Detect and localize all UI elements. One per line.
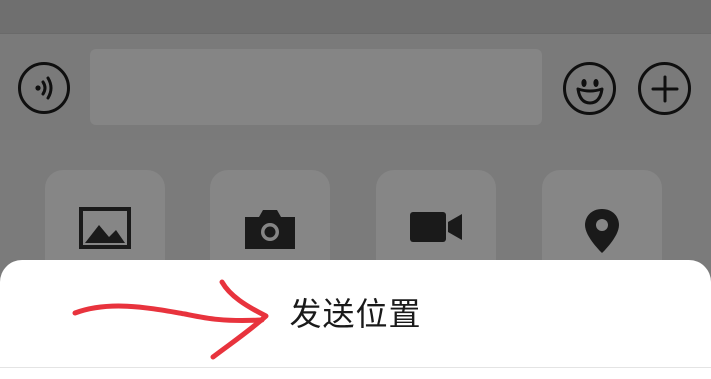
voice-input-button[interactable] [18,62,70,114]
chat-header-area [0,0,711,33]
emoji-button[interactable] [563,62,616,115]
send-location-option[interactable]: 发送位置 [0,289,711,335]
emoji-icon [576,78,603,104]
plus-button[interactable] [638,62,691,115]
photo-icon [79,207,131,249]
voice-input-icon [35,76,53,100]
message-input[interactable] [90,49,542,125]
plus-icon [651,75,678,102]
camera-icon [245,210,295,249]
sheet-divider [0,367,711,368]
video-call-icon [410,212,462,242]
location-icon [585,209,619,253]
